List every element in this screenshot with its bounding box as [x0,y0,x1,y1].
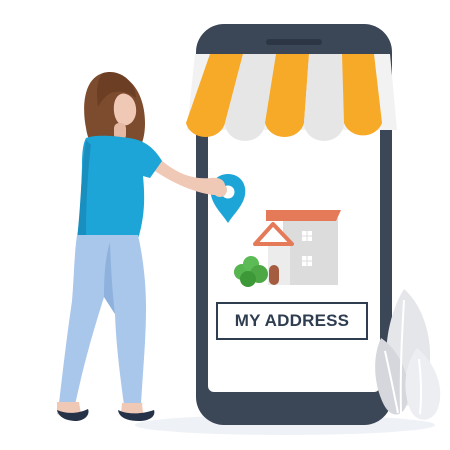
woman-pants [59,235,146,405]
shop-address-scene: MY ADDRESS [0,0,450,450]
my-address-button[interactable]: MY ADDRESS [216,302,368,340]
shop-awning [186,54,397,141]
house-door [269,265,279,285]
illustration [57,24,441,435]
phone-speaker [266,39,322,45]
woman-hand [213,183,227,197]
awning-stripe-white-2 [304,54,344,123]
house-main-wall [283,218,338,285]
bush-leaf-4 [240,271,256,287]
house-main-roof [266,210,341,221]
